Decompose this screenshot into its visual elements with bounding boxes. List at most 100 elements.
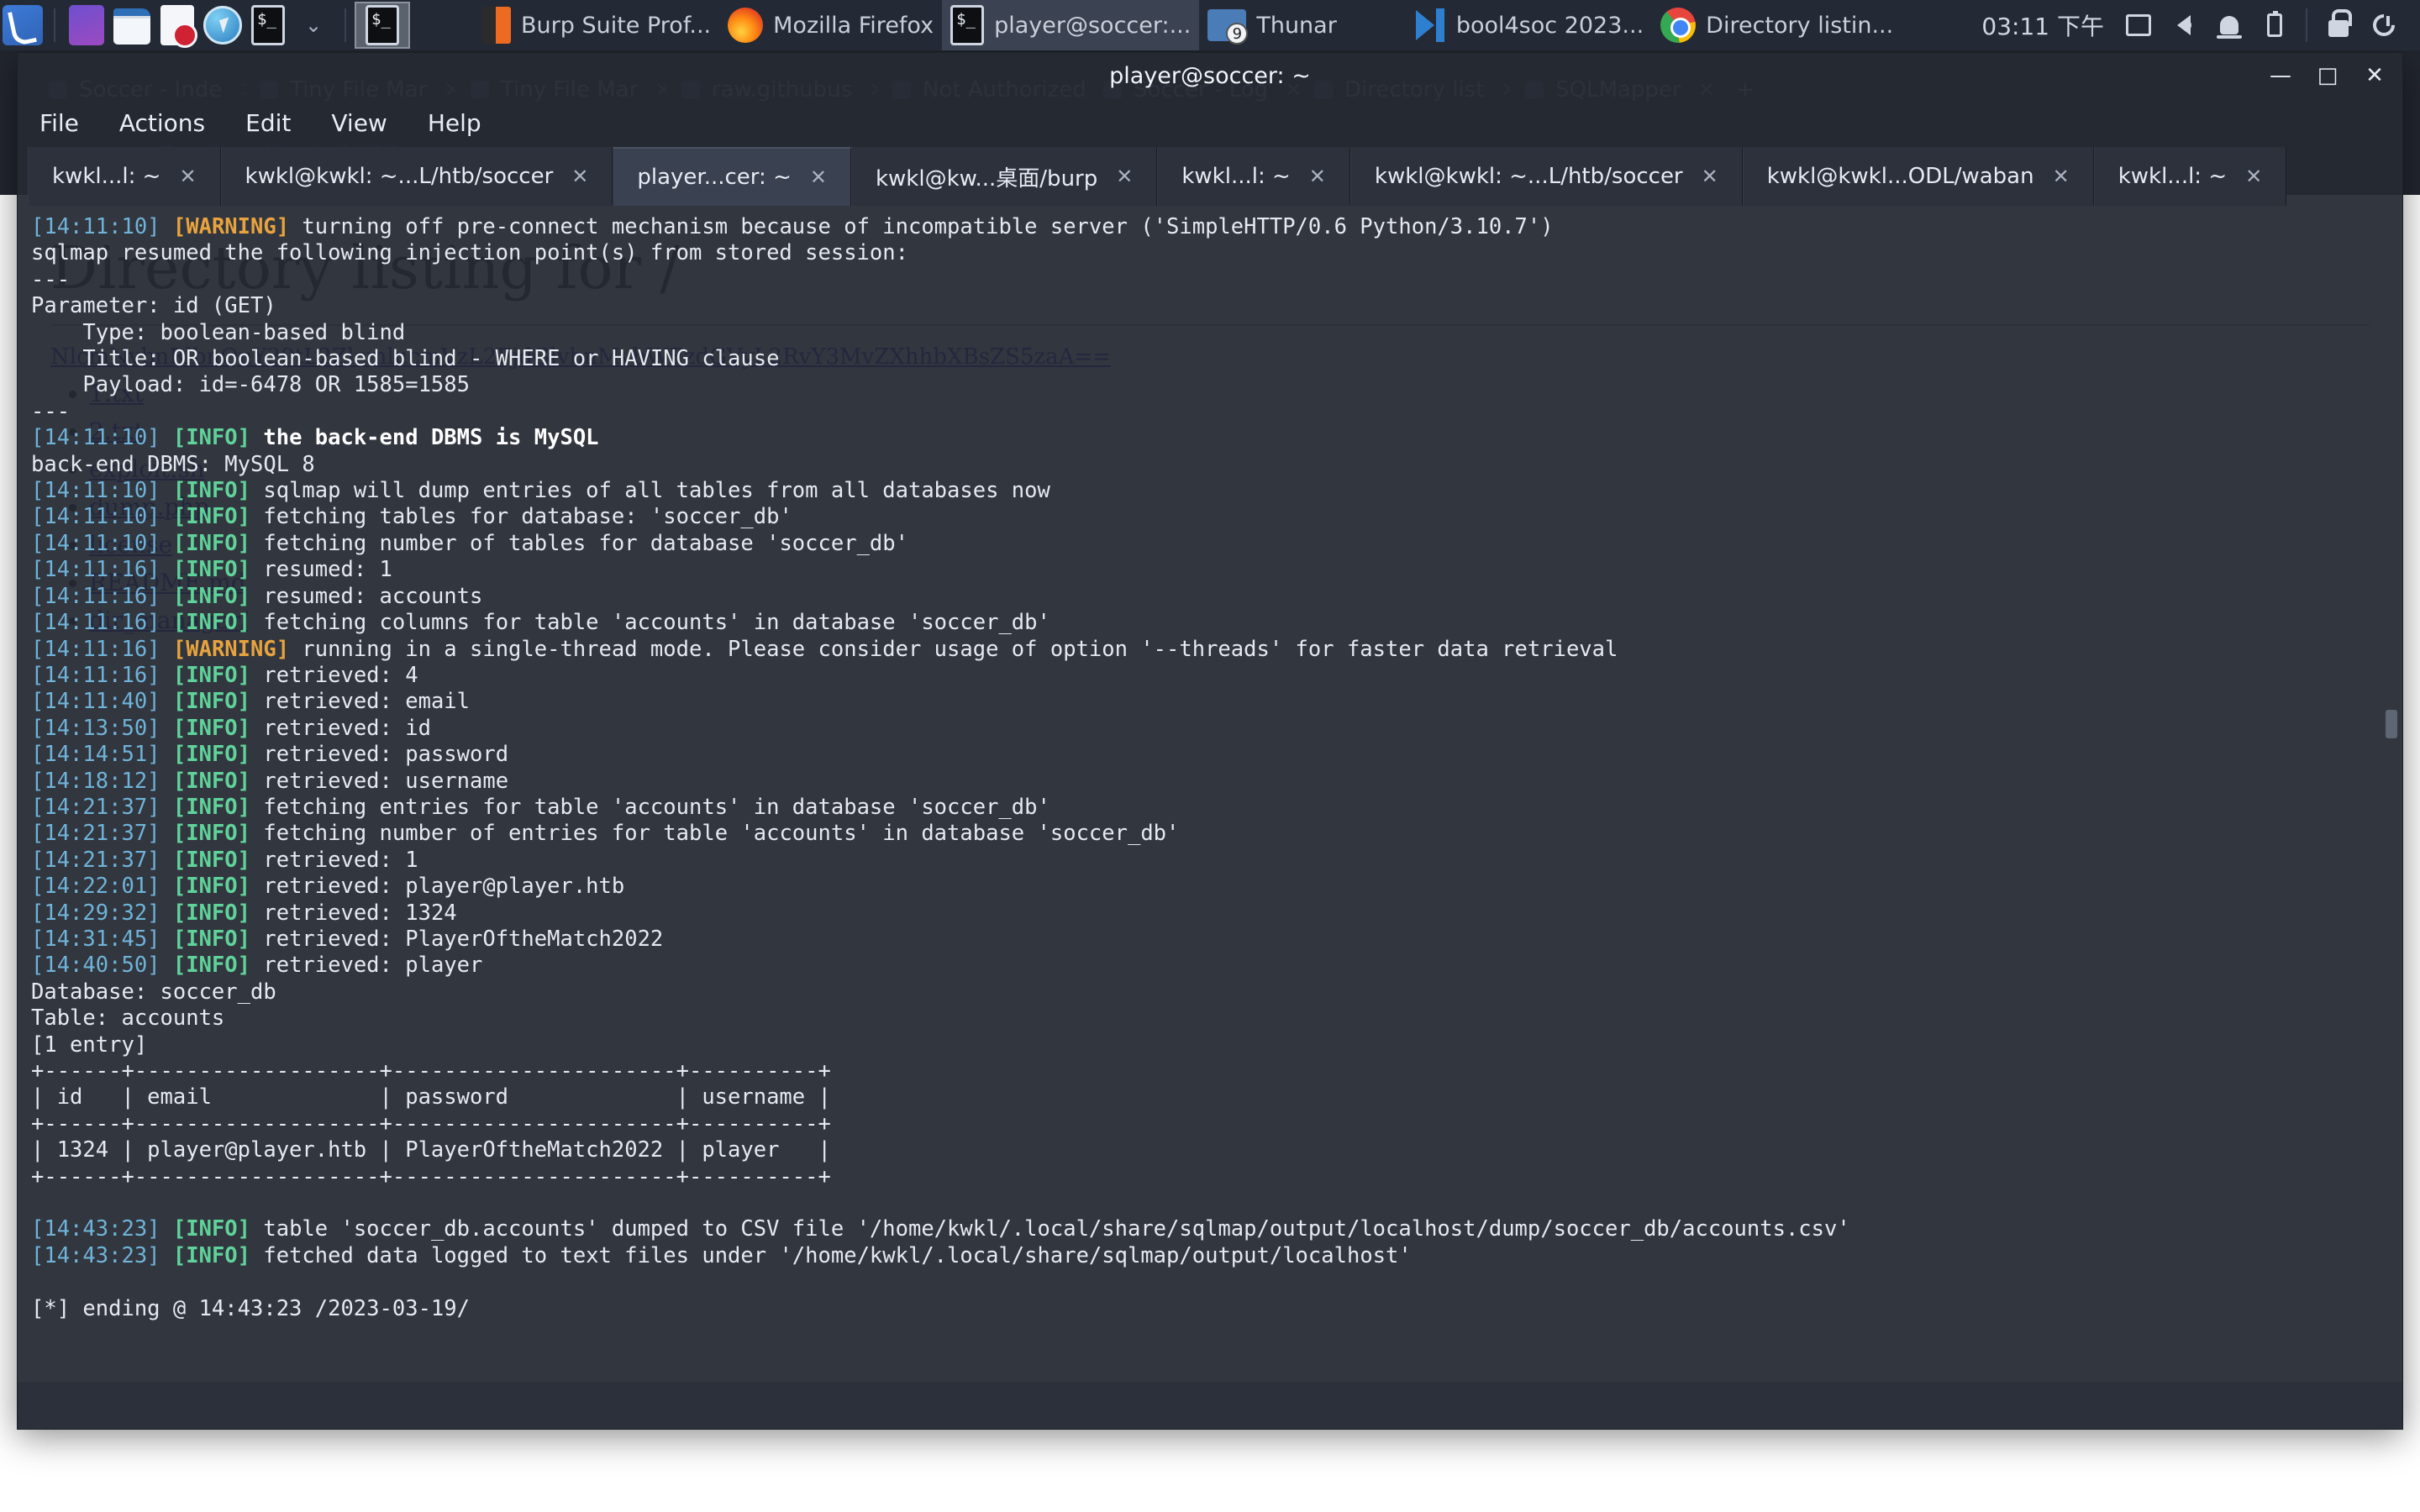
menu-edit[interactable]: Edit [244, 106, 292, 140]
launcher-document[interactable] [155, 3, 200, 48]
logout-button[interactable] [2361, 3, 2407, 48]
menu-file[interactable]: File [38, 106, 81, 140]
log-message: retrieved: player@player.htb [250, 874, 624, 899]
terminal-tab-6[interactable]: kwkl@kwkl...ODL/waban✕ [1743, 147, 2094, 206]
maximize-button[interactable]: □ [2315, 63, 2340, 88]
terminal-tab-0[interactable]: kwkl...l: ~ ✕ [28, 147, 221, 206]
log-timestamp: [14:31:45] [31, 927, 160, 952]
terminal-line: [14:11:16] [INFO] resumed: accounts [31, 584, 482, 609]
log-level: [INFO] [173, 610, 250, 635]
log-timestamp: [14:11:16] [31, 557, 160, 582]
log-message: retrieved: 1324 [250, 900, 457, 926]
terminal-tab-7[interactable]: kwkl...l: ~ ✕ [2094, 147, 2287, 206]
terminal-tab-close-icon[interactable]: ✕ [2053, 165, 2070, 188]
log-level: [INFO] [173, 1243, 250, 1268]
kali-menu-button[interactable] [0, 3, 45, 48]
terminal-tab-4[interactable]: kwkl...l: ~✕ [1157, 147, 1350, 206]
burp-icon [482, 7, 511, 44]
terminal-tab-close-icon[interactable]: ✕ [1116, 165, 1133, 188]
launcher-dropdown-button[interactable]: ⌄ [291, 3, 336, 48]
window-button-label: player@soccer:... [994, 13, 1191, 39]
display-button[interactable] [2116, 3, 2161, 48]
log-timestamp: [14:43:23] [31, 1243, 160, 1268]
window-button-chrome[interactable]: Directory listin... [1652, 0, 1902, 50]
terminal-tab-close-icon[interactable]: ✕ [1309, 165, 1326, 188]
log-level: [INFO] [173, 478, 250, 503]
volume-button[interactable] [2161, 3, 2207, 48]
terminal-tab-close-icon[interactable]: ✕ [571, 165, 588, 188]
terminal-line: | 1324 | player@player.htb | PlayerOfthe… [31, 1137, 831, 1163]
log-timestamp: [14:14:51] [31, 742, 160, 767]
terminal-tab-label: player...cer: ~ [637, 165, 791, 190]
chevron-down-icon: ⌄ [305, 13, 322, 37]
window-button-label: Directory listin... [1706, 13, 1893, 39]
terminal-tab-label: kwkl@kwkl: ~...L/htb/soccer [1375, 164, 1683, 189]
terminal-tab-label: kwkl...l: ~ [52, 164, 160, 189]
window-button-label: Mozilla Firefox [773, 13, 934, 39]
window-button-label: bool4soc 2023... [1456, 13, 1644, 39]
terminal-scrollbar-thumb[interactable] [2386, 710, 2397, 738]
log-timestamp: [14:21:37] [31, 848, 160, 873]
terminal-tab-2[interactable]: player...cer: ~ ✕ [613, 147, 851, 206]
terminal-line: [14:40:50] [INFO] retrieved: player [31, 953, 482, 978]
window-button-player-terminal[interactable]: player@soccer:... [942, 0, 1199, 50]
clock[interactable]: 03:11 下午 [1970, 8, 2116, 42]
log-timestamp: [14:11:16] [31, 637, 160, 662]
terminal-tab-1[interactable]: kwkl@kwkl: ~...L/htb/soccer✕ [221, 147, 613, 206]
launcher-file-manager[interactable] [109, 3, 155, 48]
terminal-line: Title: OR boolean-based blind - WHERE or… [31, 346, 779, 371]
window-button-label: Burp Suite Prof... [521, 13, 711, 39]
terminal-line: --- [31, 267, 70, 292]
file-manager-icon [113, 8, 150, 42]
terminal-line: Payload: id=-6478 OR 1585=1585 [31, 372, 470, 397]
window-button-thunar[interactable]: 9 Thunar [1199, 0, 1344, 50]
log-timestamp: [14:29:32] [31, 900, 160, 926]
terminal-tab-close-icon[interactable]: ✕ [2245, 165, 2262, 188]
menu-view[interactable]: View [329, 106, 388, 140]
log-level: [INFO] [173, 795, 250, 820]
terminal-line: +------+-------------------+------------… [31, 1111, 831, 1137]
window-titlebar[interactable]: player@soccer: ~ — □ ✕ [18, 53, 2402, 98]
launcher-web-browser[interactable] [200, 3, 245, 48]
terminal-tab-close-icon[interactable]: ✕ [1702, 165, 1718, 188]
log-message: retrieved: id [250, 716, 431, 741]
tray-separator [2306, 8, 2307, 42]
terminal-tab-close-icon[interactable]: ✕ [810, 165, 827, 189]
log-level: [INFO] [173, 531, 250, 556]
web-browser-icon [203, 6, 242, 45]
terminal-line: [14:11:16] [INFO] retrieved: 4 [31, 663, 418, 688]
log-level: [INFO] [173, 953, 250, 978]
launcher-app-purple[interactable] [64, 3, 109, 48]
log-timestamp: [14:11:16] [31, 584, 160, 609]
terminal-tab-close-icon[interactable]: ✕ [179, 165, 196, 188]
thunar-badge: 9 [1226, 23, 1248, 45]
terminal-tab-label: kwkl...l: ~ [2118, 164, 2227, 189]
terminal-line: sqlmap resumed the following injection p… [31, 240, 908, 265]
terminal-line: [14:13:50] [INFO] retrieved: id [31, 716, 431, 741]
terminal-output-area[interactable]: [14:11:10] [WARNING] turning off pre-con… [18, 206, 2402, 1382]
lock-screen-button[interactable] [2316, 3, 2361, 48]
terminal-tab-5[interactable]: kwkl@kwkl: ~...L/htb/soccer ✕ [1350, 147, 1743, 206]
window-button-active-terminal[interactable] [355, 2, 410, 49]
terminal-tab-3[interactable]: kwkl@kw...桌面/burp✕ [851, 147, 1157, 206]
log-level: [INFO] [173, 1216, 250, 1242]
battery-button[interactable] [2252, 3, 2297, 48]
log-level: [INFO] [173, 425, 250, 450]
window-button-burp[interactable]: Burp Suite Prof... [474, 0, 719, 50]
notifications-button[interactable] [2207, 3, 2252, 48]
window-button-vscode[interactable]: bool4soc 2023... [1404, 0, 1652, 50]
kali-menu-icon [3, 5, 43, 45]
terminal-icon [251, 5, 285, 45]
log-message: running in a single-thread mode. Please … [289, 637, 1618, 662]
log-message: retrieved: email [250, 689, 470, 714]
log-message: resumed: accounts [250, 584, 482, 609]
window-title: player@soccer: ~ [1109, 63, 1311, 89]
menu-help[interactable]: Help [426, 106, 483, 140]
launcher-terminal[interactable] [245, 3, 291, 48]
bell-icon [2220, 16, 2238, 34]
log-message: sqlmap will dump entries of all tables f… [250, 478, 1050, 503]
window-button-firefox[interactable]: Mozilla Firefox [719, 0, 942, 50]
minimize-button[interactable]: — [2268, 63, 2293, 88]
close-button[interactable]: ✕ [2362, 63, 2387, 88]
menu-actions[interactable]: Actions [118, 106, 207, 140]
